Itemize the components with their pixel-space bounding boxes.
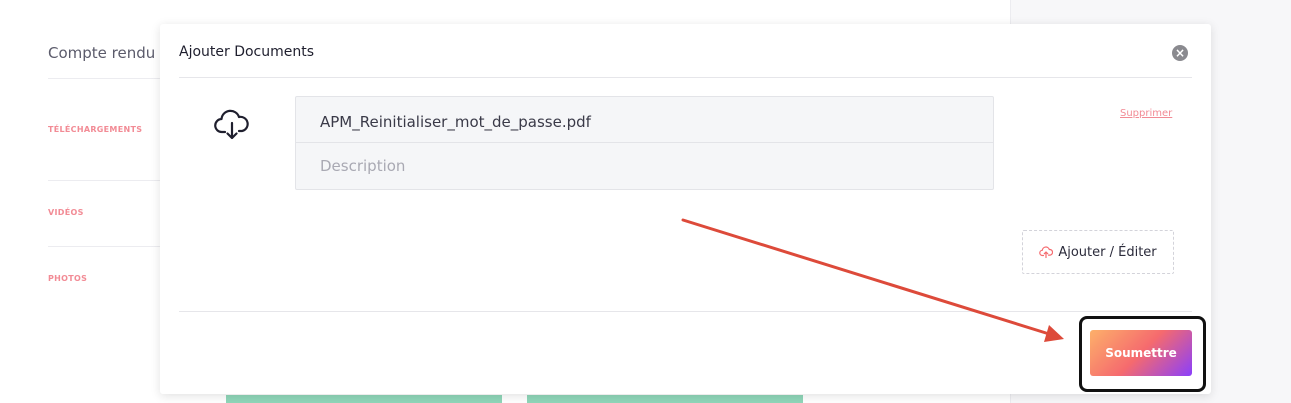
add-documents-modal: Ajouter Documents × APM_Reinitialiser_mo…	[160, 24, 1211, 394]
divider	[179, 311, 1192, 312]
divider	[48, 246, 160, 247]
add-edit-button[interactable]: Ajouter / Éditer	[1022, 230, 1174, 274]
section-label-photos[interactable]: PHOTOS	[48, 274, 87, 283]
section-label-videos[interactable]: VIDÉOS	[48, 208, 84, 217]
section-label-downloads[interactable]: TÉLÉCHARGEMENTS	[48, 125, 142, 134]
divider	[48, 78, 160, 79]
add-edit-label: Ajouter / Éditer	[1058, 244, 1157, 260]
delete-link[interactable]: Supprimer	[1120, 108, 1172, 119]
background-block	[226, 395, 502, 403]
close-icon[interactable]: ×	[1172, 45, 1188, 61]
file-entry: APM_Reinitialiser_mot_de_passe.pdf	[295, 96, 994, 190]
modal-title: Ajouter Documents	[179, 44, 315, 60]
divider	[48, 180, 160, 181]
description-input[interactable]	[296, 143, 993, 189]
cloud-download-icon[interactable]	[213, 106, 251, 144]
cloud-upload-icon	[1039, 246, 1054, 259]
highlight-box	[1079, 316, 1206, 392]
divider	[179, 77, 1192, 78]
file-name: APM_Reinitialiser_mot_de_passe.pdf	[320, 113, 591, 131]
background-block	[527, 395, 803, 403]
page-title: Compte rendu	[48, 44, 156, 62]
